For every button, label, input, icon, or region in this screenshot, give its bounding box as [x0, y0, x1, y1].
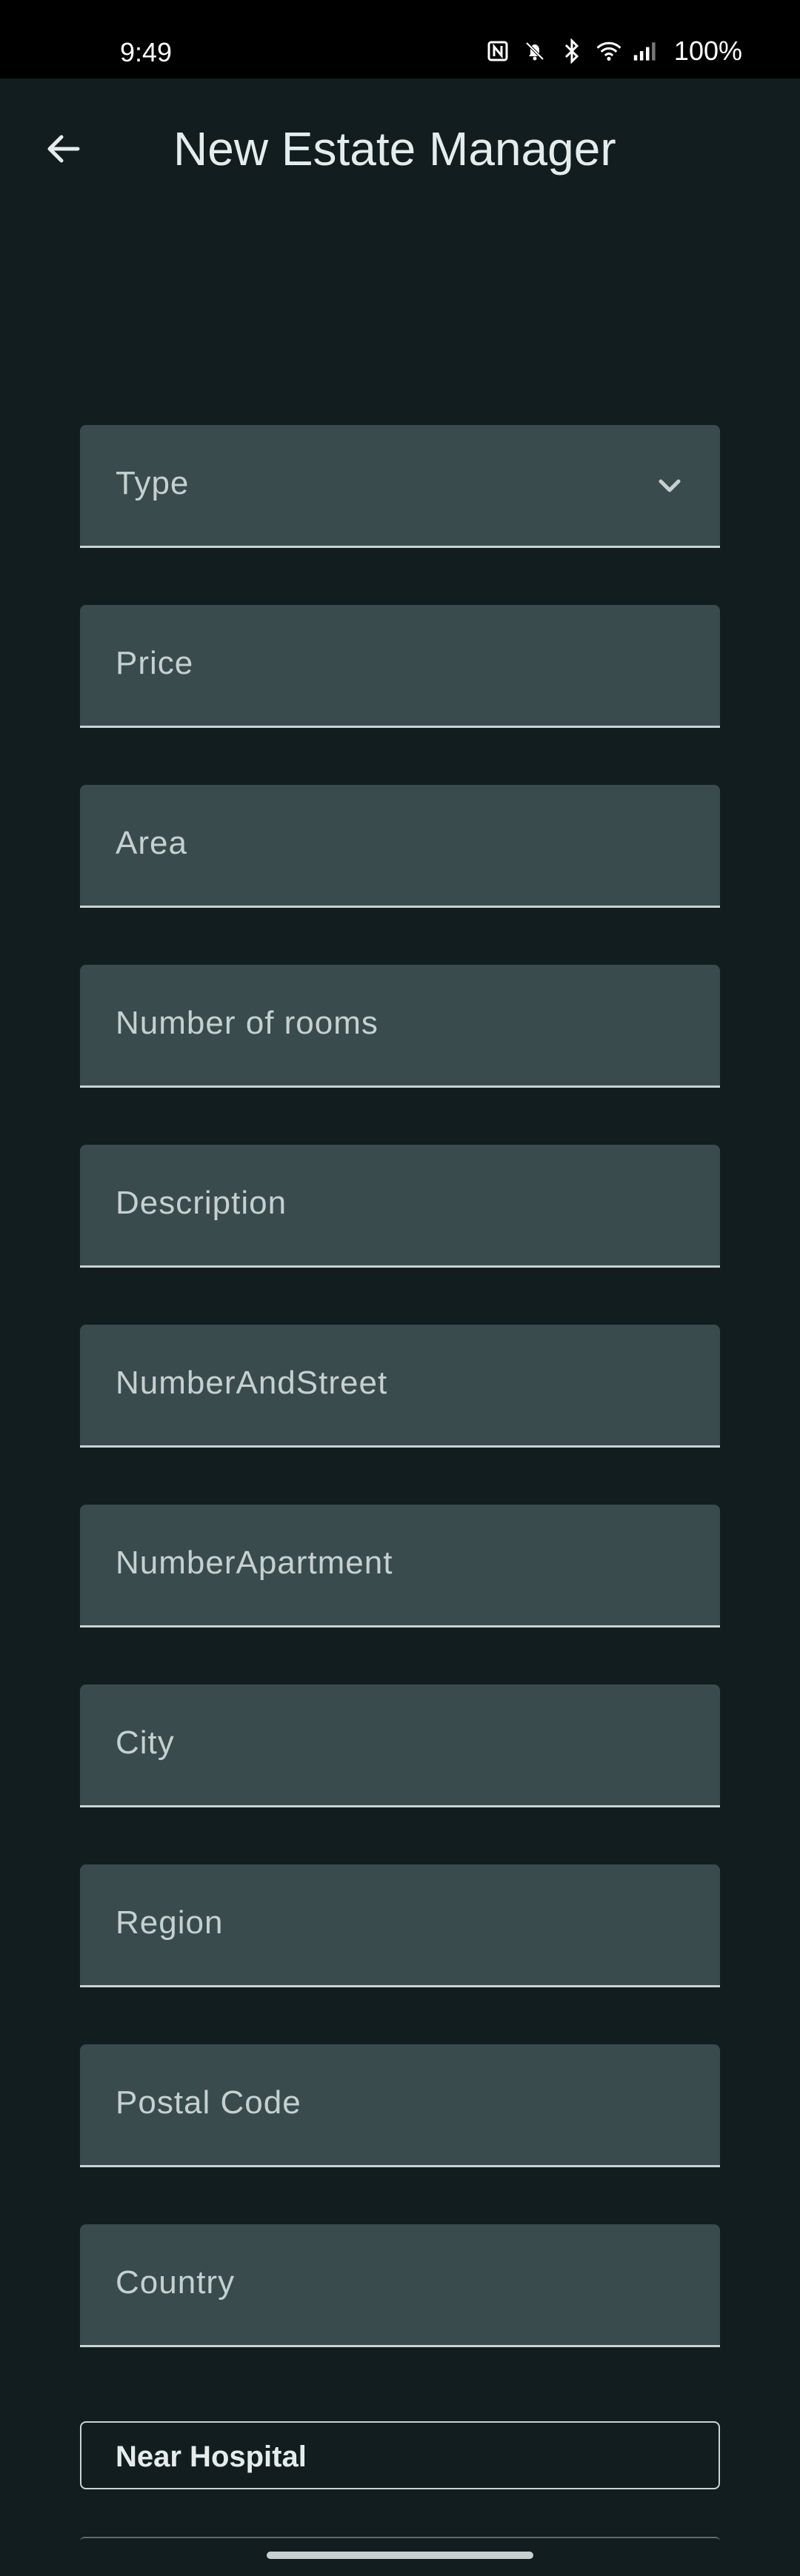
- bell-off-icon: [521, 38, 548, 64]
- region-field[interactable]: Region: [80, 1864, 720, 1987]
- back-button[interactable]: [37, 123, 89, 175]
- area-field-label: Area: [116, 825, 187, 861]
- city-field-label: City: [116, 1724, 175, 1761]
- app-bar: New Estate Manager: [0, 78, 800, 224]
- status-icons: 100%: [484, 36, 742, 67]
- number-and-street-field[interactable]: NumberAndStreet: [80, 1325, 720, 1448]
- bluetooth-icon: [559, 38, 585, 64]
- nfc-icon: [484, 38, 511, 64]
- home-indicator[interactable]: [267, 2552, 533, 2559]
- signal-icon: [633, 38, 659, 64]
- battery-level: 100%: [673, 36, 742, 66]
- type-dropdown[interactable]: Type: [80, 425, 720, 548]
- description-field-label: Description: [116, 1185, 287, 1221]
- near-hospital-chip[interactable]: Near Hospital: [80, 2421, 720, 2489]
- country-field-label: Country: [116, 2264, 236, 2301]
- area-field[interactable]: Area: [80, 785, 720, 908]
- number-and-street-field-label: NumberAndStreet: [116, 1365, 388, 1401]
- city-field[interactable]: City: [80, 1685, 720, 1807]
- price-field[interactable]: Price: [80, 605, 720, 728]
- number-of-rooms-field[interactable]: Number of rooms: [80, 965, 720, 1088]
- country-field[interactable]: Country: [80, 2224, 720, 2347]
- number-of-rooms-field-label: Number of rooms: [116, 1005, 379, 1041]
- type-dropdown-label: Type: [116, 465, 190, 501]
- region-field-label: Region: [116, 1904, 224, 1941]
- chevron-down-icon: [659, 479, 681, 492]
- number-apartment-field-label: NumberApartment: [116, 1545, 393, 1581]
- estate-form: Type Price Area Number of rooms Descript…: [80, 425, 720, 2404]
- description-field[interactable]: Description: [80, 1145, 720, 1268]
- postal-code-field-label: Postal Code: [116, 2084, 301, 2121]
- arrow-left-icon: [47, 135, 80, 163]
- status-time: 9:49: [120, 37, 173, 67]
- postal-code-field[interactable]: Postal Code: [80, 2044, 720, 2167]
- wifi-icon: [596, 38, 622, 64]
- price-field-label: Price: [116, 645, 194, 681]
- page-title: New Estate Manager: [173, 122, 616, 175]
- number-apartment-field[interactable]: NumberApartment: [80, 1505, 720, 1627]
- near-hospital-chip-label: Near Hospital: [116, 2440, 307, 2473]
- status-bar: 9:49 100%: [0, 0, 800, 78]
- next-chip-partial[interactable]: [80, 2537, 720, 2541]
